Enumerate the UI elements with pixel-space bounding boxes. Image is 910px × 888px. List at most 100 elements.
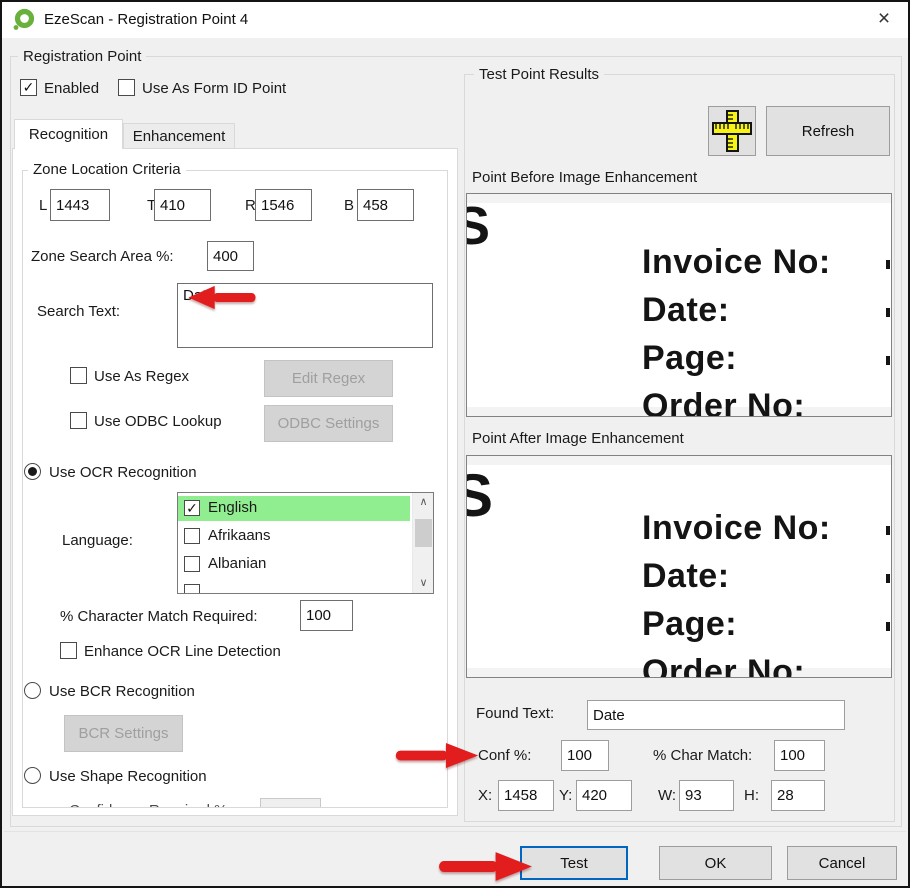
enabled-label: Enabled (44, 80, 99, 97)
language-afrikaans-checkbox[interactable] (184, 528, 200, 544)
search-text-arrow-icon (187, 285, 257, 310)
use-bcr-recognition-label: Use BCR Recognition (49, 683, 195, 700)
ezescan-dialog: EzeScan - Registration Point 4 × Registr… (0, 0, 910, 888)
scan-edge-fragment (886, 308, 890, 317)
ok-button[interactable]: OK (659, 846, 772, 880)
y-label: Y: (559, 787, 572, 804)
tab-enhancement[interactable]: Enhancement (123, 123, 235, 149)
before-enhancement-image: S Invoice No: Date: Page: Order No: (466, 193, 892, 417)
use-shape-recognition-label: Use Shape Recognition (49, 768, 207, 785)
use-odbc-lookup-checkbox[interactable] (70, 412, 87, 429)
use-shape-recognition-radio[interactable] (24, 767, 41, 784)
window-title: EzeScan - Registration Point 4 (44, 11, 248, 28)
check-icon: ✓ (23, 79, 35, 95)
language-item-english[interactable]: ✓ English (178, 496, 410, 521)
language-afrikaans-label: Afrikaans (208, 527, 271, 544)
zone-location-group: L T R B Zone Search Area %: Search Text:… (22, 170, 448, 808)
scan-edge-fragment (886, 356, 890, 365)
bcr-settings-button[interactable]: BCR Settings (64, 715, 183, 752)
scan-partial-glyph: S (466, 199, 490, 253)
check-icon: ✓ (186, 500, 198, 516)
char-match-input[interactable] (774, 740, 825, 771)
language-english-checkbox[interactable]: ✓ (184, 500, 200, 516)
test-point-results-label: Test Point Results (474, 66, 604, 83)
tab-recognition[interactable]: Recognition (14, 119, 123, 149)
w-label: W: (658, 787, 676, 804)
use-ocr-recognition-radio[interactable] (24, 463, 41, 480)
point-before-label: Point Before Image Enhancement (472, 169, 697, 186)
language-item-albanian[interactable]: Albanian (178, 552, 410, 577)
left-input[interactable] (50, 189, 110, 221)
scan-line: Invoice No: (642, 238, 831, 286)
language-albanian-checkbox[interactable] (184, 556, 200, 572)
footer-divider (4, 831, 906, 832)
odbc-settings-button[interactable]: ODBC Settings (264, 405, 393, 442)
scan-line: Date: (642, 286, 831, 334)
x-input[interactable] (498, 780, 554, 811)
ruler-tool-button[interactable] (708, 106, 756, 156)
tab-enhancement-label: Enhancement (133, 128, 226, 145)
point-after-label: Point After Image Enhancement (472, 430, 684, 447)
tab-recognition-label: Recognition (29, 126, 108, 143)
zone-search-area-input[interactable] (207, 241, 254, 271)
ruler-icon (709, 110, 755, 152)
scroll-up-icon[interactable]: ∧ (413, 493, 434, 512)
use-bcr-recognition-radio[interactable] (24, 682, 41, 699)
enhance-ocr-line-label: Enhance OCR Line Detection (84, 643, 281, 660)
refresh-button[interactable]: Refresh (766, 106, 890, 156)
char-match-required-input[interactable] (300, 600, 353, 631)
title-bar: EzeScan - Registration Point 4 × (2, 2, 908, 38)
conf-input[interactable] (561, 740, 609, 771)
language-label: Language: (62, 532, 133, 549)
bottom-input[interactable] (357, 189, 414, 221)
after-enhancement-image: S Invoice No: Date: Page: Order No: (466, 455, 892, 678)
h-input[interactable] (771, 780, 825, 811)
use-as-regex-checkbox[interactable] (70, 367, 87, 384)
use-as-form-id-checkbox[interactable] (118, 79, 135, 96)
language-albanian-label: Albanian (208, 555, 266, 572)
test-button-arrow-icon (437, 851, 534, 882)
found-text-input[interactable] (587, 700, 845, 730)
scan-line: Date: (642, 552, 831, 600)
conf-label: Conf %: (478, 747, 531, 764)
right-input[interactable] (255, 189, 312, 221)
char-match-label: % Char Match: (653, 747, 752, 764)
scan-line: Order No: (642, 382, 831, 417)
top-input[interactable] (154, 189, 211, 221)
language-list-scrollbar[interactable]: ∧ ∨ (412, 493, 433, 593)
scan-line: Page: (642, 600, 831, 648)
scroll-down-icon[interactable]: ∨ (413, 574, 434, 593)
cancel-button[interactable]: Cancel (787, 846, 897, 880)
use-as-form-id-label: Use As Form ID Point (142, 80, 286, 97)
scan-line: Invoice No: (642, 504, 831, 552)
char-match-required-label: % Character Match Required: (60, 608, 258, 625)
conf-arrow-icon (394, 742, 480, 769)
scan-edge-fragment (886, 622, 890, 631)
language-listbox: ✓ English Afrikaans Albanian ∧ ∨ (177, 492, 434, 594)
confidence-required-input[interactable] (260, 798, 321, 808)
zone-location-group-label: Zone Location Criteria (28, 161, 186, 178)
scrollbar-thumb[interactable] (415, 519, 432, 547)
use-odbc-lookup-label: Use ODBC Lookup (94, 413, 222, 430)
test-button[interactable]: Test (520, 846, 628, 880)
w-input[interactable] (679, 780, 734, 811)
search-text-label: Search Text: (37, 303, 120, 320)
language-item-afrikaans[interactable]: Afrikaans (178, 524, 410, 549)
use-as-regex-label: Use As Regex (94, 368, 189, 385)
zone-search-area-label: Zone Search Area %: (31, 248, 174, 265)
language-item-partial[interactable] (178, 580, 410, 594)
close-icon[interactable]: × (864, 2, 904, 36)
y-input[interactable] (576, 780, 632, 811)
found-text-label: Found Text: (476, 705, 554, 722)
scan-margin-top (467, 194, 891, 203)
scan-edge-fragment (886, 260, 890, 269)
enabled-checkbox[interactable]: ✓ (20, 79, 37, 96)
left-label: L (39, 197, 47, 214)
scan-partial-glyph: S (466, 466, 493, 526)
confidence-required-label: Confidence Required %: (69, 802, 232, 808)
scan-text-block: Invoice No: Date: Page: Order No: (642, 504, 831, 678)
enhance-ocr-line-checkbox[interactable] (60, 642, 77, 659)
h-label: H: (744, 787, 759, 804)
edit-regex-button[interactable]: Edit Regex (264, 360, 393, 397)
language-partial-checkbox[interactable] (184, 584, 200, 594)
